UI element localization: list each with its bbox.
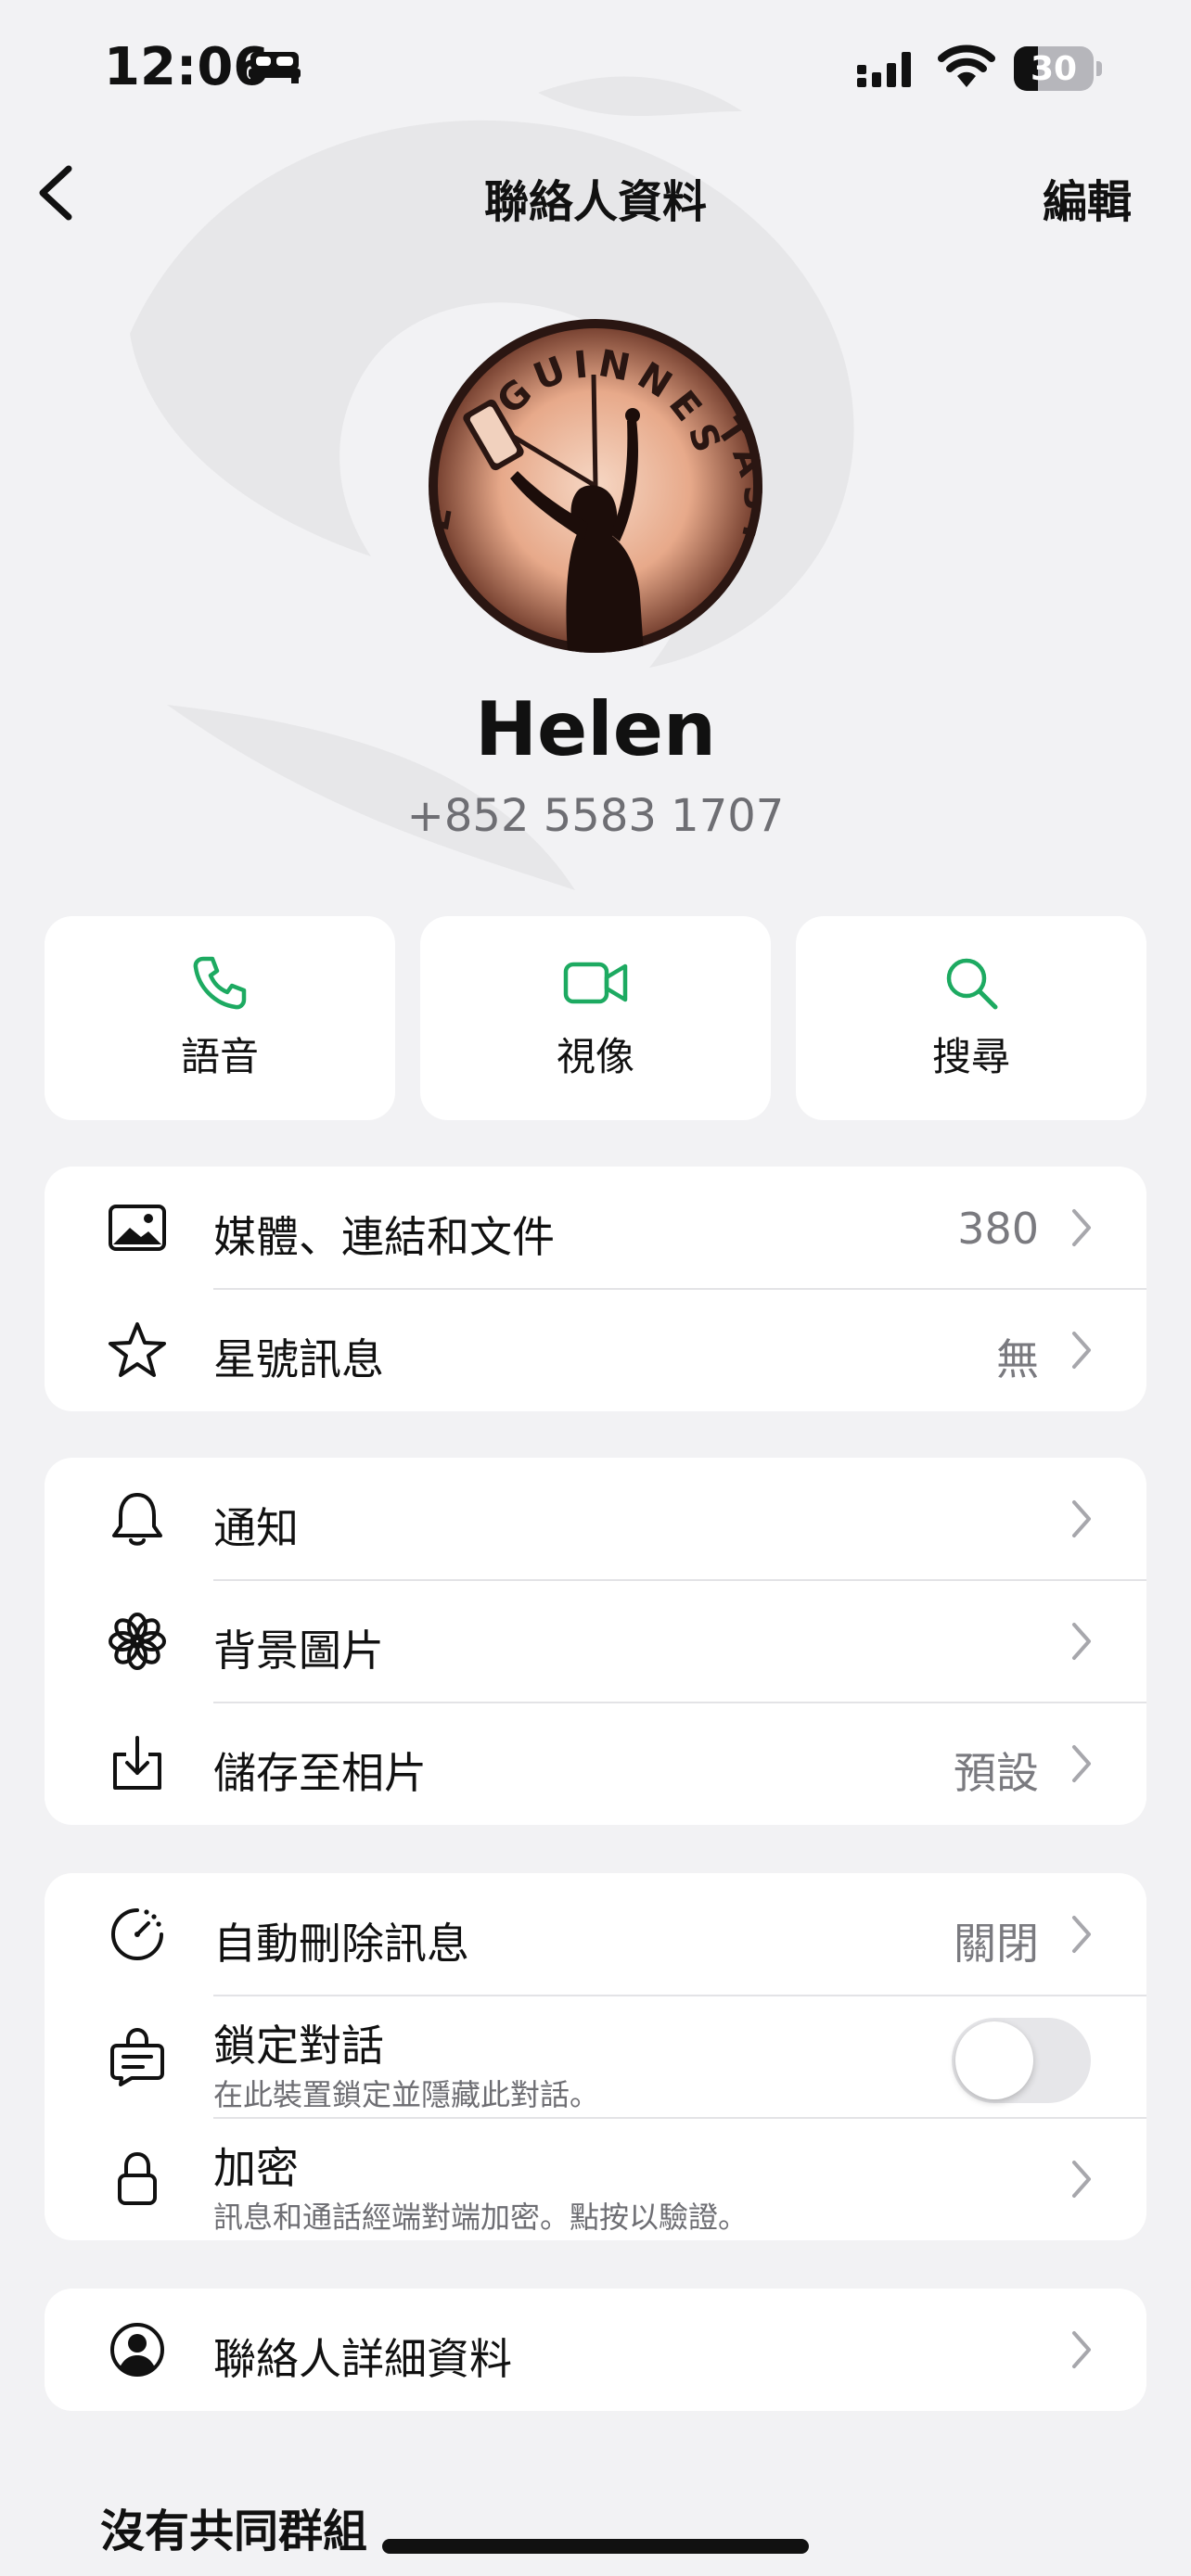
chevron-right-icon	[1072, 1500, 1091, 1537]
row-description: 在此裝置鎖定並隱藏此對話。	[213, 2077, 600, 2112]
lock-icon	[118, 2151, 157, 2205]
chat-lock-row: 鎖定對話 在此裝置鎖定並隱藏此對話。	[45, 1996, 1146, 2118]
disappearing-messages-row[interactable]: 自動刪除訊息 關閉	[45, 1873, 1146, 1996]
chevron-right-icon	[1072, 1623, 1091, 1660]
chevron-right-icon	[1072, 2331, 1091, 2368]
page-title: 聯絡人資料	[483, 176, 707, 228]
timer-icon	[111, 1908, 163, 1960]
search-label: 搜尋	[931, 1034, 1010, 1079]
contact-phone[interactable]: +852 5583 1707	[0, 790, 1191, 842]
media-links-docs-row[interactable]: 媒體、連結和文件 380	[45, 1167, 1146, 1289]
privacy-section: 自動刪除訊息 關閉 鎖定對話 在此裝置鎖定並隱藏此對話。 加密 訊息和通話經端對…	[45, 1873, 1146, 2240]
avatar[interactable]: GUINNESS TAST TIME	[429, 319, 762, 653]
row-label: 背景圖片	[213, 1626, 384, 1676]
row-label: 媒體、連結和文件	[213, 1212, 555, 1262]
chevron-right-icon	[1072, 1745, 1091, 1782]
row-label: 儲存至相片	[213, 1748, 427, 1798]
contact-details-row[interactable]: 聯絡人詳細資料	[45, 2289, 1146, 2411]
common-groups-heading: 沒有共同群組	[100, 2506, 368, 2557]
row-label: 通知	[213, 1503, 299, 1553]
row-label: 加密	[213, 2143, 299, 2193]
row-label: 鎖定對話	[213, 2021, 384, 2071]
search-chat-button[interactable]: 搜尋	[796, 916, 1146, 1120]
video-camera-icon	[563, 962, 628, 1004]
flower-icon	[109, 1613, 166, 1670]
cellular-signal-icon	[857, 52, 911, 87]
chat-settings-section: 通知 背景圖片 儲存至相片 預設	[45, 1458, 1146, 1825]
voice-call-button[interactable]: 語音	[45, 916, 395, 1120]
person-circle-icon	[110, 2323, 164, 2377]
wifi-icon	[938, 45, 995, 87]
notifications-row[interactable]: 通知	[45, 1458, 1146, 1580]
row-label: 自動刪除訊息	[213, 1919, 469, 1969]
chevron-right-icon	[1072, 1332, 1091, 1369]
status-time: 12:06	[104, 37, 270, 97]
battery-level: 30	[1030, 49, 1078, 88]
edit-button[interactable]: 編輯	[1043, 165, 1132, 230]
chevron-right-icon	[1072, 2161, 1091, 2198]
save-to-photos-row[interactable]: 儲存至相片 預設	[45, 1702, 1146, 1825]
bell-icon	[112, 1493, 162, 1546]
sleep-focus-icon	[249, 52, 301, 83]
encryption-row[interactable]: 加密 訊息和通話經端對端加密。點按以驗證。	[45, 2118, 1146, 2240]
battery-tip	[1096, 61, 1102, 76]
chat-lock-toggle[interactable]	[952, 2018, 1091, 2103]
contact-name: Helen	[475, 686, 716, 772]
video-call-button[interactable]: 視像	[420, 916, 771, 1120]
row-label: 聯絡人詳細資料	[213, 2334, 512, 2384]
row-value: 380	[957, 1204, 1039, 1254]
starred-messages-row[interactable]: 星號訊息 無	[45, 1289, 1146, 1411]
search-icon	[946, 958, 998, 1010]
battery-indicator: 30	[1014, 46, 1094, 91]
row-description: 訊息和通話經端對端加密。點按以驗證。	[213, 2200, 749, 2235]
row-label: 星號訊息	[213, 1334, 384, 1384]
video-call-label: 視像	[556, 1034, 634, 1079]
row-value: 預設	[954, 1748, 1039, 1798]
chevron-right-icon	[1072, 1916, 1091, 1953]
star-icon	[109, 1322, 166, 1377]
contact-details-section: 聯絡人詳細資料	[45, 2289, 1146, 2411]
wallpaper-row[interactable]: 背景圖片	[45, 1580, 1146, 1702]
row-value: 關閉	[954, 1919, 1039, 1969]
home-indicator[interactable]	[382, 2539, 809, 2554]
photo-icon	[109, 1205, 166, 1251]
download-icon	[113, 1736, 161, 1790]
chat-lock-icon	[110, 2027, 164, 2086]
avatar-image: GUINNESS TAST TIME	[429, 319, 762, 653]
chevron-right-icon	[1072, 1209, 1091, 1246]
voice-call-label: 語音	[180, 1034, 259, 1079]
phone-icon	[193, 956, 247, 1010]
media-starred-section: 媒體、連結和文件 380 星號訊息 無	[45, 1167, 1146, 1411]
row-value: 無	[996, 1334, 1039, 1384]
toggle-knob	[955, 2021, 1033, 2099]
